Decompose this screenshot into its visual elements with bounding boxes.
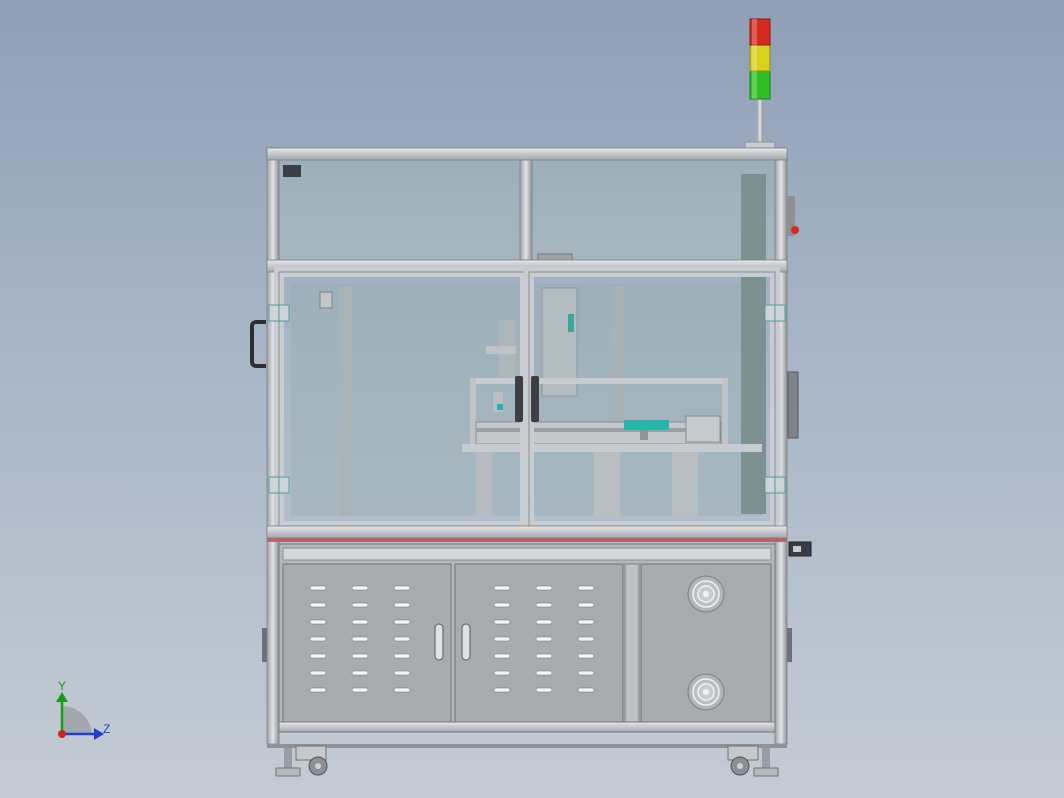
leveling-foot: [762, 748, 770, 768]
vent-slot: [577, 653, 595, 659]
vent-slot: [535, 602, 553, 608]
z-axis-label: Z: [103, 722, 110, 736]
vent-slot: [393, 670, 411, 676]
vent-slot: [535, 619, 553, 625]
frame-upper-mid-post: [519, 159, 533, 261]
signal-tower: [744, 18, 776, 149]
vent-slot: [535, 653, 553, 659]
vent-slot: [351, 670, 369, 676]
door-handle-right[interactable]: [531, 376, 539, 422]
vent-slot: [351, 636, 369, 642]
cabinet-base-rail: [278, 721, 776, 733]
frame-bottom-rail: [266, 525, 788, 539]
vent-slot: [309, 619, 327, 625]
vent-slot: [309, 585, 327, 591]
coordinate-triad: Y Z: [56, 679, 110, 740]
vent-slot: [577, 636, 595, 642]
fan-grille-icon: [687, 673, 725, 711]
vent-slot: [577, 602, 595, 608]
red-seal-strip: [267, 538, 787, 542]
y-axis-label: Y: [58, 679, 66, 693]
vent-slot: [309, 653, 327, 659]
leveling-foot: [284, 748, 292, 768]
signal-tower-pole: [757, 98, 763, 144]
vent-slot: [351, 585, 369, 591]
cabinet-handle-right[interactable]: [461, 623, 471, 661]
vent-slot: [309, 636, 327, 642]
vent-slot: [535, 687, 553, 693]
vent-slot: [393, 653, 411, 659]
casters: [267, 744, 787, 777]
door-handle-left[interactable]: [515, 376, 523, 422]
vent-slot: [577, 670, 595, 676]
vent-slot: [493, 585, 511, 591]
vent-slot: [535, 585, 553, 591]
vent-slot: [493, 619, 511, 625]
vent-slot: [493, 687, 511, 693]
vent-slot: [309, 602, 327, 608]
side-panel: [787, 371, 799, 439]
vent-slot: [577, 619, 595, 625]
frame-top-rail: [266, 147, 788, 161]
vent-slot: [351, 602, 369, 608]
emergency-stop-button[interactable]: [791, 226, 799, 234]
vent-slot: [351, 687, 369, 693]
signal-tower-base: [744, 141, 776, 149]
side-handle[interactable]: [250, 320, 266, 368]
cabinet-handle-left[interactable]: [434, 623, 444, 661]
vent-slot: [393, 602, 411, 608]
vent-slot: [393, 619, 411, 625]
vent-slot: [393, 585, 411, 591]
vent-slot: [493, 636, 511, 642]
vent-slot: [493, 670, 511, 676]
vent-slot: [493, 602, 511, 608]
side-controls: [787, 196, 812, 557]
vent-slot: [493, 653, 511, 659]
vent-slot: [535, 636, 553, 642]
vent-slot: [309, 687, 327, 693]
vent-slot: [309, 670, 327, 676]
vent-slot: [351, 619, 369, 625]
vent-slot: [393, 687, 411, 693]
cad-viewport[interactable]: Y Z: [0, 0, 1064, 798]
vent-slot: [351, 653, 369, 659]
vent-slot: [577, 585, 595, 591]
cabinet-top-band: [282, 547, 772, 561]
leveling-foot: [753, 767, 779, 777]
fan-grille-icon: [687, 575, 725, 613]
vent-slot: [577, 687, 595, 693]
vent-slot: [535, 670, 553, 676]
lower-cabinet: [262, 543, 792, 733]
vent-slot: [393, 636, 411, 642]
leveling-foot: [275, 767, 301, 777]
